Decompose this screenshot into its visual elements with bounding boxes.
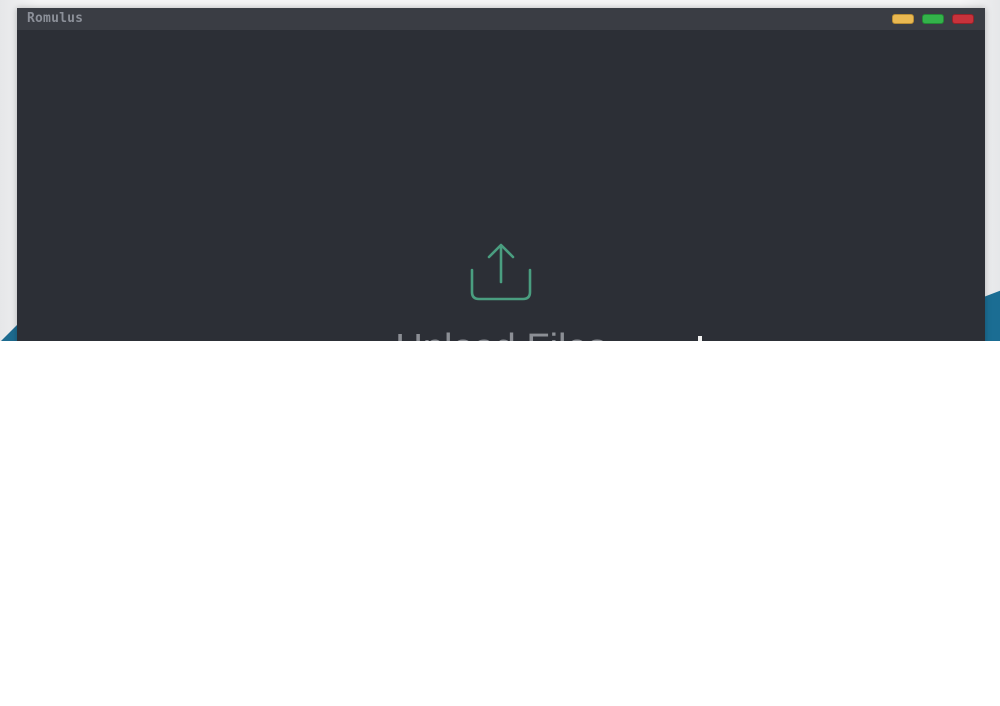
- maximize-button[interactable]: [922, 14, 944, 24]
- window-title: Romulus: [27, 11, 84, 26]
- app-window: Romulus Upload Files: [17, 8, 985, 341]
- close-button[interactable]: [952, 14, 974, 24]
- screenshot-area: Romulus Upload Files: [0, 0, 1000, 341]
- minimize-button[interactable]: [892, 14, 914, 24]
- mouse-cursor: [698, 336, 702, 341]
- upload-icon[interactable]: [468, 242, 534, 304]
- upload-files-label[interactable]: Upload Files: [367, 326, 635, 341]
- title-bar[interactable]: Romulus: [17, 8, 985, 30]
